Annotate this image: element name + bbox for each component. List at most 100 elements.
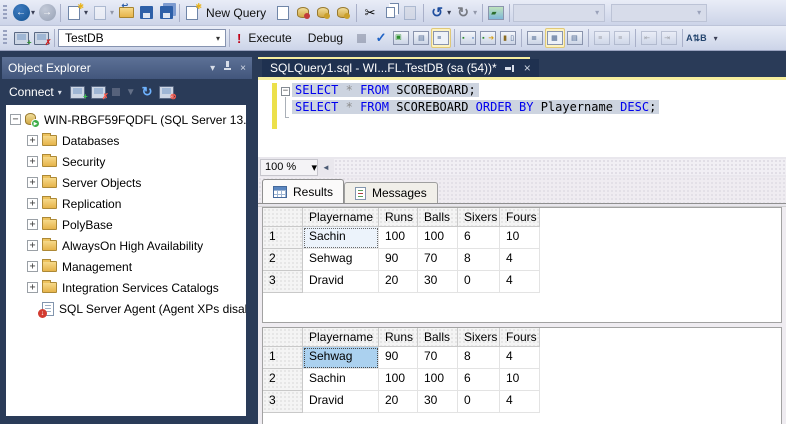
tree-item-alwayson-high-availability[interactable]: +AlwaysOn High Availability — [6, 235, 246, 256]
filter-button[interactable]: ▼ — [126, 87, 136, 98]
expander-plus-icon[interactable]: + — [27, 240, 38, 251]
cell-playername[interactable]: Dravid — [303, 271, 379, 293]
parse-button[interactable]: ✓ — [371, 28, 391, 48]
tab-results[interactable]: Results — [262, 179, 344, 203]
refresh-button[interactable]: ↻ — [142, 84, 153, 100]
hscroll-track[interactable] — [334, 159, 786, 175]
object-explorer-titlebar[interactable]: Object Explorer ▾ × — [2, 57, 252, 79]
name-anchors-button[interactable]: A⇅B — [686, 28, 707, 48]
copy-button[interactable] — [380, 3, 400, 23]
expander-plus-icon[interactable]: + — [27, 219, 38, 230]
column-header-sixers[interactable]: Sixers — [458, 328, 500, 347]
column-header-playername[interactable]: Playername — [303, 208, 379, 227]
open-file-button[interactable] — [116, 3, 136, 23]
connect-menu-button[interactable]: Connect ▾ — [9, 85, 64, 99]
paste-button[interactable] — [400, 3, 420, 23]
pin-icon[interactable] — [222, 62, 233, 74]
new-query-window-button[interactable] — [64, 3, 84, 23]
toolbar-grip[interactable] — [3, 30, 7, 46]
cell-playername[interactable]: Sehwag — [303, 347, 379, 369]
tree-item-security[interactable]: +Security — [6, 151, 246, 172]
row-number[interactable]: 1 — [263, 347, 303, 369]
tree-item-replication[interactable]: +Replication — [6, 193, 246, 214]
uncomment-button[interactable]: ≡ — [612, 28, 632, 48]
expander-plus-icon[interactable]: + — [27, 261, 38, 272]
intellisense-toggle-button[interactable]: ≡ — [431, 28, 451, 48]
toolbar-grip[interactable] — [3, 5, 7, 21]
column-header-balls[interactable]: Balls — [418, 208, 458, 227]
mdx-query-button[interactable] — [293, 3, 313, 23]
close-icon[interactable]: × — [240, 63, 246, 74]
close-icon[interactable]: × — [524, 62, 531, 74]
execute-button[interactable]: ! Execute — [233, 28, 300, 48]
tree-item-server-objects[interactable]: +Server Objects — [6, 172, 246, 193]
hscroll-left-arrow[interactable]: ◄ — [318, 163, 334, 172]
column-header-runs[interactable]: Runs — [379, 328, 418, 347]
save-all-button[interactable] — [156, 3, 176, 23]
expander-plus-icon[interactable]: + — [27, 135, 38, 146]
cut-button[interactable]: ✂ — [360, 3, 380, 23]
cell-balls[interactable]: 70 — [418, 347, 458, 369]
tab-messages[interactable]: Messages — [344, 182, 438, 203]
error-logs-button[interactable]: ⊗ — [159, 86, 174, 99]
select-all-cell[interactable] — [263, 208, 303, 227]
row-number[interactable]: 3 — [263, 391, 303, 413]
tree-item-management[interactable]: +Management — [6, 256, 246, 277]
results-grid-2[interactable]: PlayernameRunsBallsSixersFours1Sehwag907… — [262, 327, 782, 424]
cell-balls[interactable]: 30 — [418, 271, 458, 293]
results-grid-1[interactable]: PlayernameRunsBallsSixersFours1Sachin100… — [262, 207, 782, 323]
template-parameters-button[interactable]: ▪▫ — [458, 28, 478, 48]
outline-collapse-box[interactable]: − — [281, 87, 290, 96]
expander-plus-icon[interactable]: + — [27, 177, 38, 188]
document-tab[interactable]: SQLQuery1.sql - WI...FL.TestDB (sa (54))… — [262, 59, 539, 77]
cell-runs[interactable]: 100 — [379, 227, 418, 249]
cell-fours[interactable]: 10 — [500, 227, 540, 249]
cell-balls[interactable]: 100 — [418, 369, 458, 391]
results-to-grid-button[interactable]: ▦ — [545, 28, 565, 48]
stop-button[interactable] — [112, 88, 120, 96]
results-to-file-button[interactable]: ▤ — [565, 28, 585, 48]
actual-plan-button[interactable]: ▪➜ — [478, 28, 498, 48]
back-button[interactable]: ← — [11, 3, 31, 23]
cell-runs[interactable]: 20 — [379, 271, 418, 293]
cell-balls[interactable]: 100 — [418, 227, 458, 249]
cell-fours[interactable]: 4 — [500, 271, 540, 293]
cell-runs[interactable]: 20 — [379, 391, 418, 413]
object-explorer-tree[interactable]: −▶WIN-RBGF59FQDFL (SQL Server 13.0.16+Da… — [6, 105, 246, 416]
cell-playername[interactable]: Dravid — [303, 391, 379, 413]
new-query-button[interactable]: New Query — [183, 3, 273, 23]
change-connection-button[interactable]: ✗ — [31, 28, 51, 48]
cell-playername[interactable]: Sachin — [303, 369, 379, 391]
client-statistics-button[interactable]: ▮▯ — [498, 28, 518, 48]
cell-balls[interactable]: 70 — [418, 249, 458, 271]
cell-runs[interactable]: 90 — [379, 347, 418, 369]
row-number[interactable]: 3 — [263, 271, 303, 293]
cell-fours[interactable]: 4 — [500, 249, 540, 271]
results-to-text-button[interactable]: ≣ — [525, 28, 545, 48]
estimated-plan-button[interactable]: ▣ — [391, 28, 411, 48]
tree-item-integration-services-catalogs[interactable]: +Integration Services Catalogs — [6, 277, 246, 298]
cell-fours[interactable]: 4 — [500, 347, 540, 369]
cancel-query-button[interactable] — [351, 28, 371, 48]
undo-dropdown-caret[interactable]: ▾ — [447, 8, 451, 17]
comment-out-button[interactable]: ≡ — [592, 28, 612, 48]
row-number[interactable]: 1 — [263, 227, 303, 249]
new-item-button[interactable] — [90, 3, 110, 23]
forward-button[interactable]: → — [37, 3, 57, 23]
redo-button[interactable]: ↻ — [453, 3, 473, 23]
cell-fours[interactable]: 4 — [500, 391, 540, 413]
column-header-fours[interactable]: Fours — [500, 328, 540, 347]
undo-button[interactable]: ↺ — [427, 3, 447, 23]
decrease-indent-button[interactable]: ⇤ — [639, 28, 659, 48]
query-options-button[interactable]: ▤ — [411, 28, 431, 48]
expander-plus-icon[interactable]: + — [27, 282, 38, 293]
debug-button[interactable]: Debug — [300, 28, 351, 48]
tree-item-win-rbgf59fqdfl-sql-server-13-0-[interactable]: −▶WIN-RBGF59FQDFL (SQL Server 13.0.16 — [6, 109, 246, 130]
database-engine-query-button[interactable] — [273, 3, 293, 23]
sql-editor[interactable]: − SELECT * FROM SCOREBOARD;SELECT * FROM… — [258, 80, 786, 157]
window-position-caret-icon[interactable]: ▾ — [210, 63, 215, 74]
cell-sixers[interactable]: 8 — [458, 249, 500, 271]
dmx-query-button[interactable] — [313, 3, 333, 23]
cell-fours[interactable]: 10 — [500, 369, 540, 391]
expander-plus-icon[interactable]: + — [27, 156, 38, 167]
